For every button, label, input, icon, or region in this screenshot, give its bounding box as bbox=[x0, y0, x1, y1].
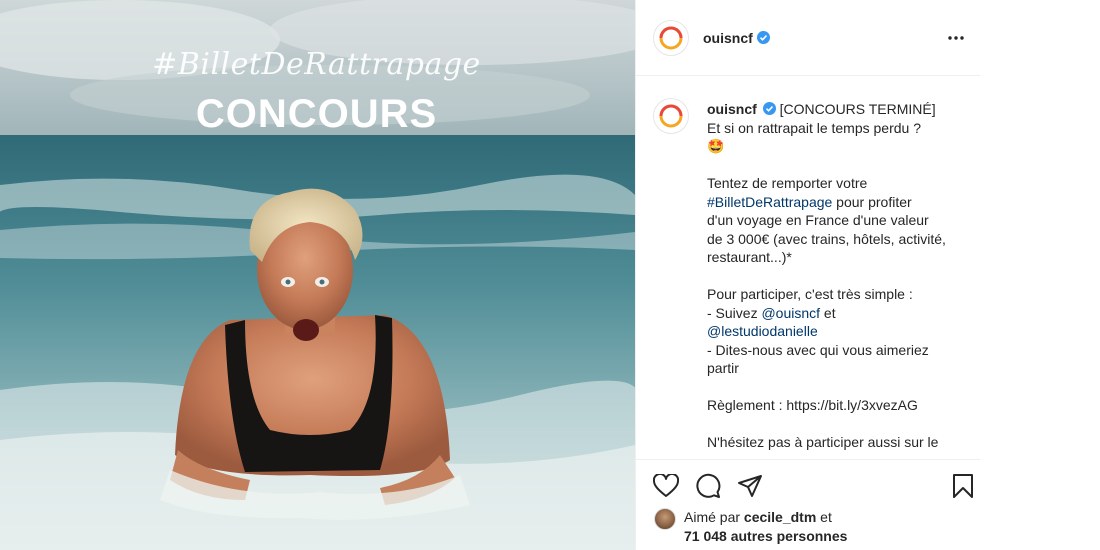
caption-line: partir bbox=[707, 360, 739, 376]
caption-line: Tentez de remporter votre bbox=[707, 175, 868, 191]
caption-line: d'un voyage en France d'une valeur bbox=[707, 212, 929, 228]
post-photo[interactable]: #BilletDeRattrapage CONCOURS bbox=[0, 0, 635, 550]
caption-line: Règlement : https://bit.ly/3xvezAG bbox=[707, 397, 918, 413]
liker-avatar[interactable] bbox=[654, 508, 676, 530]
bookmark-icon[interactable] bbox=[949, 472, 977, 500]
mention-link-ouisncf[interactable]: @ouisncf bbox=[761, 305, 820, 321]
hashtag-link[interactable]: #BilletDeRattrapage bbox=[707, 194, 832, 210]
comment-icon[interactable] bbox=[694, 472, 722, 500]
photo-hashtag-text: #BilletDeRattrapage bbox=[152, 47, 481, 82]
caption-line: [CONCOURS TERMINÉ] bbox=[779, 101, 936, 117]
likes-summary: Aimé par cecile_dtm et 71 048 autres per… bbox=[636, 507, 981, 550]
ouisncf-logo-icon bbox=[659, 26, 683, 49]
verified-badge-icon bbox=[762, 102, 776, 115]
caption-line: de 3 000€ (avec trains, hôtels, activité… bbox=[707, 230, 946, 247]
likes-prefix: Aimé par bbox=[684, 509, 744, 525]
verified-badge-icon bbox=[756, 31, 770, 44]
account-avatar[interactable] bbox=[653, 19, 689, 56]
page-background-gutter bbox=[980, 0, 1100, 550]
mention-link-lestudiodanielle[interactable]: @lestudiodanielle bbox=[707, 323, 818, 339]
post-header: ouisncf bbox=[636, 0, 981, 76]
caption-line: - Suivez bbox=[707, 304, 762, 321]
post-side-panel: ouisncf ouisncf [CONCOURS TERMINÉ] Et si… bbox=[635, 0, 981, 550]
liker-username[interactable]: cecile_dtm bbox=[744, 509, 816, 525]
caption-line: restaurant...)* bbox=[707, 249, 792, 265]
heart-icon[interactable] bbox=[652, 472, 680, 500]
caption-scroll-area[interactable]: ouisncf [CONCOURS TERMINÉ] Et si on ratt… bbox=[636, 77, 981, 459]
emoji-star-struck: 🤩 bbox=[707, 138, 725, 154]
photo-scene bbox=[0, 0, 635, 550]
account-username[interactable]: ouisncf bbox=[703, 30, 753, 46]
caption-line: - Dites-nous avec qui vous aimeriez bbox=[707, 341, 929, 358]
caption-line: Pour participer, c'est très simple : bbox=[707, 286, 913, 302]
share-icon[interactable] bbox=[736, 472, 764, 500]
photo-headline-text: CONCOURS bbox=[195, 92, 438, 136]
likes-others-link[interactable]: 71 048 autres personnes bbox=[684, 528, 847, 544]
caption-line: pour profiter bbox=[832, 193, 912, 210]
caption-username[interactable]: ouisncf bbox=[707, 101, 757, 117]
likes-and: et bbox=[816, 509, 832, 525]
post-actions-bar bbox=[636, 459, 981, 509]
caption-line: et bbox=[820, 304, 836, 321]
caption-avatar[interactable] bbox=[653, 98, 689, 134]
more-horizontal-icon[interactable] bbox=[944, 26, 968, 50]
caption-line: Et si on rattrapait le temps perdu ? bbox=[707, 119, 921, 136]
caption-text: ouisncf [CONCOURS TERMINÉ] Et si on ratt… bbox=[707, 100, 969, 452]
caption-line: N'hésitez pas à participer aussi sur le bbox=[707, 434, 939, 450]
ouisncf-logo-icon bbox=[659, 104, 683, 128]
